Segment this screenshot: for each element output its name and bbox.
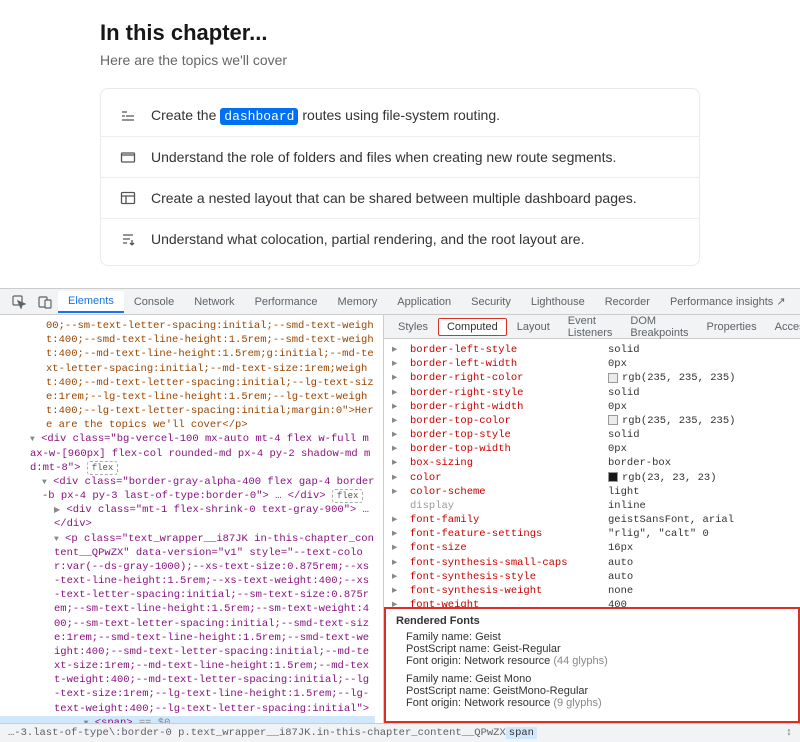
tab-elements[interactable]: Elements xyxy=(58,291,124,313)
computed-pane[interactable]: ▸border-left-stylesolid▸border-left-widt… xyxy=(384,339,800,607)
computed-property[interactable]: ▸font-synthesis-small-capsauto xyxy=(392,556,792,570)
computed-property[interactable]: ▸color-schemelight xyxy=(392,485,792,499)
topic-text: Understand what colocation, partial rend… xyxy=(151,231,585,247)
topics-card: Create the dashboard routes using file-s… xyxy=(100,88,700,266)
subtab-computed[interactable]: Computed xyxy=(438,318,507,336)
tab-security[interactable]: Security xyxy=(461,292,521,312)
breadcrumb[interactable]: …-3.last-of-type\:border-0 p.text_wrappe… xyxy=(0,723,800,742)
computed-property[interactable]: ▸colorrgb(23, 23, 23) xyxy=(392,471,792,485)
rendered-fonts: Rendered Fonts Family name: Geist PostSc… xyxy=(384,607,800,723)
computed-property[interactable]: ▸border-top-width0px xyxy=(392,442,792,456)
subtab-layout[interactable]: Layout xyxy=(509,319,558,335)
computed-property[interactable]: ▸border-top-stylesolid xyxy=(392,428,792,442)
tab-console[interactable]: Console xyxy=(124,292,184,312)
computed-property[interactable]: ▸font-familygeistSansFont, arial xyxy=(392,513,792,527)
rendered-fonts-heading: Rendered Fonts xyxy=(396,615,788,627)
computed-property[interactable]: ▸border-right-stylesolid xyxy=(392,386,792,400)
tab-recorder[interactable]: Recorder xyxy=(595,292,660,312)
tab-application[interactable]: Application xyxy=(387,292,461,312)
layout-icon xyxy=(119,190,137,206)
computed-property[interactable]: ▸font-size16px xyxy=(392,541,792,555)
computed-property[interactable]: ▸font-weight400 xyxy=(392,598,792,607)
topic-text: Understand the role of folders and files… xyxy=(151,149,616,165)
computed-property[interactable]: ▸box-sizingborder-box xyxy=(392,456,792,470)
devtools-panel: Elements Console Network Performance Mem… xyxy=(0,288,800,742)
subtab-props[interactable]: Properties xyxy=(698,319,764,335)
topic-row: Create a nested layout that can be share… xyxy=(101,178,699,219)
computed-property[interactable]: ▸border-right-width0px xyxy=(392,400,792,414)
topic-text: Create a nested layout that can be share… xyxy=(151,190,637,206)
subtab-styles[interactable]: Styles xyxy=(390,319,436,335)
subtab-a11y[interactable]: Accessibility xyxy=(767,319,800,335)
dashboard-code: dashboard xyxy=(220,108,298,125)
tab-redux[interactable]: Redux xyxy=(796,292,800,312)
rendered-font-entry: Family name: Geist Mono PostScript name:… xyxy=(396,673,788,709)
computed-property[interactable]: ▸border-top-colorrgb(235, 235, 235) xyxy=(392,414,792,428)
route-icon xyxy=(119,108,137,124)
computed-property[interactable]: ▸font-feature-settings"rlig", "calt" 0 xyxy=(392,527,792,541)
computed-property[interactable]: ▸font-synthesis-weightnone xyxy=(392,584,792,598)
styles-subtabs: Styles Computed Layout Event Listeners D… xyxy=(384,315,800,339)
tab-lighthouse[interactable]: Lighthouse xyxy=(521,292,595,312)
tab-memory[interactable]: Memory xyxy=(328,292,388,312)
tab-perf-insights[interactable]: Performance insights ↗ xyxy=(660,291,796,312)
computed-property[interactable]: ▸border-left-width0px xyxy=(392,357,792,371)
chapter-title: In this chapter... xyxy=(100,20,700,46)
sort-icon xyxy=(119,231,137,247)
computed-property[interactable]: ▸font-synthesis-styleauto xyxy=(392,570,792,584)
tab-network[interactable]: Network xyxy=(184,292,244,312)
tab-performance[interactable]: Performance xyxy=(245,292,328,312)
chapter-subtitle: Here are the topics we'll cover xyxy=(100,52,700,68)
topic-row: Understand what colocation, partial rend… xyxy=(101,219,699,259)
computed-property[interactable]: ▸border-left-stylesolid xyxy=(392,343,792,357)
folder-icon xyxy=(119,149,137,165)
computed-property[interactable]: displayinline xyxy=(392,499,792,513)
page-content: In this chapter... Here are the topics w… xyxy=(0,0,800,276)
topic-row: Understand the role of folders and files… xyxy=(101,137,699,178)
topic-row: Create the dashboard routes using file-s… xyxy=(101,95,699,137)
topic-text: Create the dashboard routes using file-s… xyxy=(151,107,500,124)
rendered-font-entry: Family name: Geist PostScript name: Geis… xyxy=(396,631,788,667)
devtools-tabs: Elements Console Network Performance Mem… xyxy=(0,289,800,315)
subtab-events[interactable]: Event Listeners xyxy=(560,313,621,341)
subtab-dom-bp[interactable]: DOM Breakpoints xyxy=(622,313,696,341)
inspect-icon[interactable] xyxy=(6,291,32,313)
dom-tree[interactable]: 00;--sm-text-letter-spacing:initial;--sm… xyxy=(0,315,384,723)
computed-property[interactable]: ▸border-right-colorrgb(235, 235, 235) xyxy=(392,371,792,385)
device-icon[interactable] xyxy=(32,291,58,313)
